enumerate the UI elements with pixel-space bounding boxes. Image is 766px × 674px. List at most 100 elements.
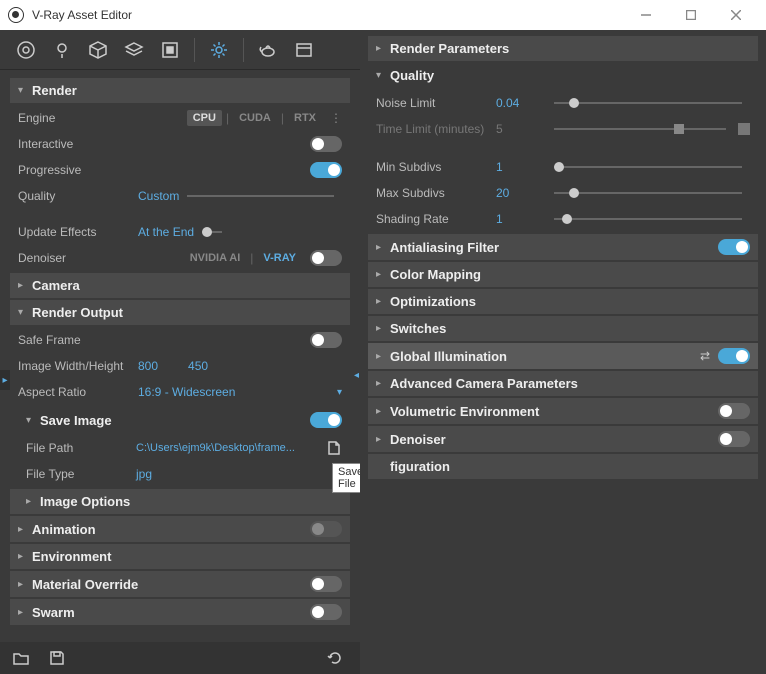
- panel-collapse-handle[interactable]: ◂: [354, 370, 359, 381]
- chevron-down-icon: ▾: [376, 70, 386, 81]
- toggle-denoiser-right[interactable]: [718, 431, 750, 447]
- window-icon[interactable]: [294, 40, 314, 60]
- label: Shading Rate: [376, 212, 496, 226]
- section-material-override[interactable]: ▸ Material Override: [10, 571, 350, 597]
- section-global-illumination[interactable]: ▸ Global Illumination ⇄: [368, 343, 758, 369]
- label: Update Effects: [18, 225, 138, 239]
- maximize-button[interactable]: [668, 0, 713, 30]
- row-width-height: Image Width/Height 800 450: [10, 353, 350, 379]
- section-title: Render: [32, 83, 77, 98]
- label: Engine: [18, 111, 138, 125]
- toggle-denoiser[interactable]: [310, 250, 342, 266]
- row-update-effects: Update Effects At the End: [10, 219, 350, 245]
- section-render-params[interactable]: ▸ Render Parameters: [368, 36, 758, 61]
- noise-slider[interactable]: [554, 102, 742, 104]
- left-gutter-handle[interactable]: ▸: [0, 370, 10, 390]
- value[interactable]: Custom: [138, 189, 179, 203]
- toggle-volumetric[interactable]: [718, 403, 750, 419]
- section-title: Swarm: [32, 605, 75, 620]
- sphere-icon[interactable]: [16, 40, 36, 60]
- height-value[interactable]: 450: [188, 359, 208, 373]
- cube-icon[interactable]: [88, 40, 108, 60]
- max-subdivs-slider[interactable]: [554, 192, 742, 194]
- update-slider[interactable]: [202, 231, 222, 233]
- light-icon[interactable]: [52, 40, 72, 60]
- shading-slider[interactable]: [554, 218, 742, 220]
- chevron-right-icon: ▸: [376, 43, 386, 54]
- width-value[interactable]: 800: [138, 359, 158, 373]
- tab-rtx[interactable]: RTX: [288, 110, 322, 126]
- value[interactable]: At the End: [138, 225, 194, 239]
- quality-slider[interactable]: [187, 195, 334, 197]
- section-color-mapping[interactable]: ▸ Color Mapping: [368, 262, 758, 287]
- section-switches[interactable]: ▸ Switches: [368, 316, 758, 341]
- value[interactable]: 0.04: [496, 96, 546, 110]
- row-safe-frame: Safe Frame: [10, 327, 350, 353]
- min-subdivs-slider[interactable]: [554, 166, 742, 168]
- save-icon[interactable]: [48, 649, 66, 667]
- section-image-options[interactable]: ▸ Image Options: [10, 489, 350, 514]
- section-quality[interactable]: ▾ Quality: [368, 63, 758, 88]
- teapot-icon[interactable]: [258, 40, 278, 60]
- section-denoiser-right[interactable]: ▸ Denoiser: [368, 426, 758, 452]
- app-icon: [8, 7, 24, 23]
- section-antialiasing[interactable]: ▸ Antialiasing Filter: [368, 234, 758, 260]
- chevron-down-icon[interactable]: ▾: [337, 387, 342, 398]
- section-animation[interactable]: ▸ Animation: [10, 516, 350, 542]
- frame-icon[interactable]: [160, 40, 180, 60]
- section-title: figuration: [390, 459, 450, 474]
- section-render-output[interactable]: ▾ Render Output: [10, 300, 350, 325]
- value[interactable]: 1: [496, 160, 546, 174]
- value[interactable]: 1: [496, 212, 546, 226]
- tab-cpu[interactable]: CPU: [187, 110, 222, 126]
- section-camera[interactable]: ▸ Camera: [10, 273, 350, 298]
- toggle-animation[interactable]: [310, 521, 342, 537]
- tab-cuda[interactable]: CUDA: [233, 110, 277, 126]
- tab-vray[interactable]: V-RAY: [257, 250, 302, 266]
- row-quality: Quality Custom: [10, 183, 350, 209]
- row-time-limit: Time Limit (minutes) 5: [368, 116, 758, 142]
- section-render[interactable]: ▾ Render: [10, 78, 350, 103]
- toggle-safe-frame[interactable]: [310, 332, 342, 348]
- toggle-swarm[interactable]: [310, 604, 342, 620]
- section-optimizations[interactable]: ▸ Optimizations: [368, 289, 758, 314]
- section-title: Save Image: [40, 413, 112, 428]
- layers-icon[interactable]: [124, 40, 144, 60]
- row-file-type: File Type jpg ▾ Save File: [10, 461, 350, 487]
- file-save-icon[interactable]: [326, 440, 342, 456]
- value[interactable]: C:\Users\ejm9k\Desktop\frame...: [136, 442, 295, 454]
- chevron-right-icon: ▸: [18, 280, 28, 291]
- value[interactable]: jpg: [136, 467, 152, 481]
- chevron-down-icon: ▾: [18, 307, 28, 318]
- toggle-progressive[interactable]: [310, 162, 342, 178]
- toggle-gi[interactable]: [718, 348, 750, 364]
- more-dots-icon[interactable]: ⋮: [330, 111, 342, 125]
- toggle-save-image[interactable]: [310, 412, 342, 428]
- left-column: ▸ ▾ Render Engine CPU | CUDA | RTX ⋮: [0, 30, 360, 674]
- minimize-button[interactable]: [623, 0, 668, 30]
- tab-nvidia[interactable]: NVIDIA AI: [184, 250, 247, 266]
- value[interactable]: 20: [496, 186, 546, 200]
- sliders-icon[interactable]: ⇄: [700, 349, 710, 363]
- gear-icon[interactable]: [209, 40, 229, 60]
- value[interactable]: 16:9 - Widescreen: [138, 385, 235, 399]
- stop-icon[interactable]: [738, 123, 750, 135]
- section-adv-camera[interactable]: ▸ Advanced Camera Parameters: [368, 371, 758, 396]
- undo-icon[interactable]: [326, 649, 344, 667]
- chevron-right-icon: ▸: [376, 242, 386, 253]
- chevron-right-icon: ▸: [376, 351, 386, 362]
- chevron-right-icon: ▸: [376, 296, 386, 307]
- toggle-material-override[interactable]: [310, 576, 342, 592]
- folder-open-icon[interactable]: [12, 649, 30, 667]
- section-configuration[interactable]: ▸ figuration: [368, 454, 758, 479]
- engine-tabs[interactable]: CPU | CUDA | RTX ⋮: [187, 110, 342, 126]
- section-save-image[interactable]: ▾ Save Image: [10, 407, 350, 433]
- toggle-interactive[interactable]: [310, 136, 342, 152]
- section-swarm[interactable]: ▸ Swarm: [10, 599, 350, 625]
- chevron-right-icon: ▸: [18, 524, 28, 535]
- section-volumetric[interactable]: ▸ Volumetric Environment: [368, 398, 758, 424]
- toggle-antialiasing[interactable]: [718, 239, 750, 255]
- label: Progressive: [18, 163, 138, 177]
- section-environment[interactable]: ▸ Environment: [10, 544, 350, 569]
- close-button[interactable]: [713, 0, 758, 30]
